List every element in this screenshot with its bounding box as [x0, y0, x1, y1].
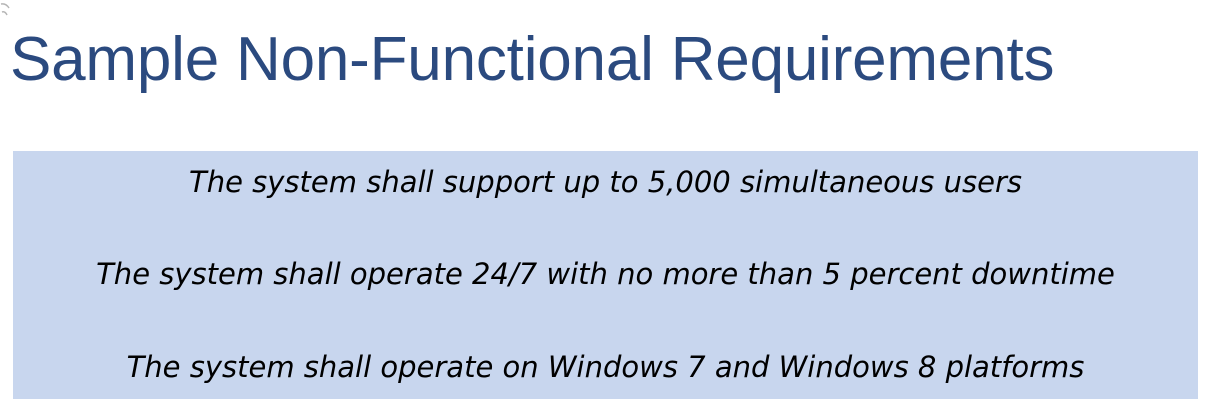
- page-title: Sample Non-Functional Requirements: [10, 25, 1055, 94]
- requirements-box: The system shall support up to 5,000 sim…: [13, 151, 1198, 399]
- requirement-item: The system shall support up to 5,000 sim…: [189, 165, 1022, 199]
- requirement-item: The system shall operate 24/7 with no mo…: [96, 257, 1115, 291]
- requirement-item: The system shall operate on Windows 7 an…: [126, 350, 1085, 384]
